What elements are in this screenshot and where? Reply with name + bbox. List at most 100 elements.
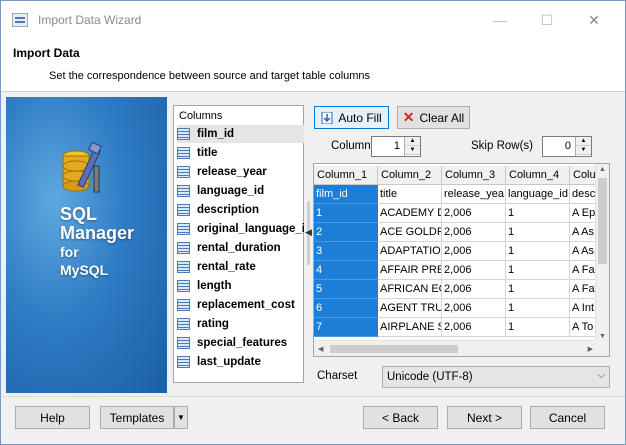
skip-rows-spinner[interactable]: 0 ▲ ▼ bbox=[542, 136, 592, 157]
database-tools-icon bbox=[62, 142, 102, 193]
table-column-icon bbox=[177, 261, 190, 273]
banner-line-sql: SQL bbox=[60, 204, 98, 224]
table-column-icon bbox=[177, 318, 190, 330]
banner-line-for: for bbox=[60, 244, 79, 260]
clear-all-label: Clear All bbox=[419, 110, 465, 125]
auto-fill-label: Auto Fill bbox=[338, 110, 382, 125]
column-value: 1 bbox=[393, 140, 400, 152]
list-item[interactable]: special_features bbox=[177, 334, 304, 352]
close-icon[interactable]: ✕ bbox=[583, 9, 605, 31]
table-column-icon bbox=[177, 337, 190, 349]
table-row[interactable]: 1 ACADEMY D 2,006 1 A Ep bbox=[314, 204, 609, 223]
list-item[interactable]: rating bbox=[177, 315, 304, 333]
product-banner: SQL Manager for MySQL bbox=[6, 97, 167, 393]
table-column-icon bbox=[177, 356, 190, 368]
list-item[interactable]: film_id bbox=[177, 125, 304, 143]
wizard-header: Import Data Set the correspondence betwe… bbox=[1, 39, 625, 92]
help-label: Help bbox=[40, 410, 65, 425]
clear-x-icon: ✕ bbox=[402, 109, 415, 125]
page-title: Import Data bbox=[13, 46, 80, 60]
charset-value: Unicode (UTF-8) bbox=[387, 371, 473, 383]
column-spinner[interactable]: 1 ▲ ▼ bbox=[371, 136, 421, 157]
scroll-thumb[interactable] bbox=[598, 178, 607, 264]
banner-line-mysql: MySQL bbox=[60, 262, 109, 278]
charset-select[interactable]: Unicode (UTF-8) ⌵ bbox=[382, 366, 610, 388]
table-row[interactable]: 7 AIRPLANE S 2,006 1 A To bbox=[314, 318, 609, 337]
list-item[interactable]: description bbox=[177, 201, 304, 219]
column-header[interactable]: Column_1 bbox=[314, 166, 378, 185]
list-item[interactable]: length bbox=[177, 277, 304, 295]
list-item[interactable]: title bbox=[177, 144, 304, 162]
caret-down-icon: ▼ bbox=[177, 413, 185, 422]
skip-rows-label: Skip Row(s) bbox=[471, 140, 533, 152]
list-item[interactable]: replacement_cost bbox=[177, 296, 304, 314]
scroll-right-icon[interactable]: ▶ bbox=[588, 345, 593, 353]
column-header[interactable]: Column_3 bbox=[442, 166, 506, 185]
help-button[interactable]: Help bbox=[15, 406, 90, 429]
auto-fill-icon bbox=[321, 111, 333, 124]
cancel-label: Cancel bbox=[548, 410, 587, 425]
table-column-icon bbox=[177, 299, 190, 311]
charset-label: Charset bbox=[317, 370, 358, 382]
table-row[interactable]: 2 ACE GOLDF 2,006 1 A As bbox=[314, 223, 609, 242]
table-row[interactable]: 3 ADAPTATIO 2,006 1 A As bbox=[314, 242, 609, 261]
templates-button[interactable]: Templates bbox=[100, 406, 174, 429]
list-item[interactable]: release_year bbox=[177, 163, 304, 181]
horizontal-scrollbar[interactable]: ◀ ▶ bbox=[314, 340, 597, 356]
auto-fill-button[interactable]: Auto Fill bbox=[314, 106, 389, 129]
banner-line-manager: Manager bbox=[60, 223, 135, 243]
import-wizard-window: Import Data Wizard — ☐ ✕ Import Data Set… bbox=[0, 0, 626, 445]
scroll-thumb[interactable] bbox=[330, 345, 458, 353]
chevron-left-icon: ◀ bbox=[305, 227, 312, 237]
banner-text: SQL Manager for MySQL bbox=[60, 205, 134, 279]
splitter-handle[interactable]: ◀ bbox=[305, 201, 312, 265]
column-header[interactable]: Column_2 bbox=[378, 166, 442, 185]
scroll-left-icon[interactable]: ◀ bbox=[318, 345, 323, 353]
skip-rows-value: 0 bbox=[564, 140, 571, 152]
spin-down-icon[interactable]: ▼ bbox=[405, 146, 420, 155]
table-column-icon bbox=[177, 204, 190, 216]
page-subtitle: Set the correspondence between source an… bbox=[49, 70, 371, 82]
list-item[interactable]: rental_duration bbox=[177, 239, 304, 257]
table-row[interactable]: film_id title release_yea language_id de… bbox=[314, 185, 609, 204]
column-header[interactable]: Column_4 bbox=[506, 166, 570, 185]
list-item[interactable]: original_language_i bbox=[177, 220, 304, 238]
table-row[interactable]: 6 AGENT TRU 2,006 1 A Int bbox=[314, 299, 609, 318]
app-icon bbox=[12, 13, 28, 27]
columns-header: Columns bbox=[179, 110, 223, 122]
scroll-up-icon[interactable]: ▲ bbox=[599, 166, 606, 173]
column-label: Column bbox=[331, 140, 371, 152]
spin-up-icon[interactable]: ▲ bbox=[405, 137, 420, 146]
table-column-icon bbox=[177, 185, 190, 197]
spin-down-icon[interactable]: ▼ bbox=[576, 146, 591, 155]
table-column-icon bbox=[177, 166, 190, 178]
list-item[interactable]: last_update bbox=[177, 353, 304, 371]
next-label: Next > bbox=[466, 410, 502, 425]
target-columns-list[interactable]: Columns film_id title release_year langu… bbox=[173, 105, 304, 383]
templates-dropdown-button[interactable]: ▼ bbox=[174, 406, 188, 429]
templates-label: Templates bbox=[109, 410, 165, 425]
source-data-grid[interactable]: Column_1 Column_2 Column_3 Column_4 Colu… bbox=[313, 163, 610, 357]
chevron-down-icon: ⌵ bbox=[597, 370, 605, 381]
table-column-icon bbox=[177, 128, 190, 140]
minimize-icon[interactable]: — bbox=[489, 9, 511, 31]
table-row[interactable]: 4 AFFAIR PRE 2,006 1 A Fa bbox=[314, 261, 609, 280]
back-label: < Back bbox=[381, 410, 420, 425]
next-button[interactable]: Next > bbox=[447, 406, 522, 429]
maximize-icon[interactable]: ☐ bbox=[536, 9, 558, 31]
clear-all-button[interactable]: ✕ Clear All bbox=[397, 106, 470, 129]
scroll-down-icon[interactable]: ▼ bbox=[599, 333, 606, 340]
spin-up-icon[interactable]: ▲ bbox=[576, 137, 591, 146]
table-row[interactable]: 5 AFRICAN EG 2,006 1 A Fa bbox=[314, 280, 609, 299]
cancel-button[interactable]: Cancel bbox=[530, 406, 605, 429]
table-column-icon bbox=[177, 223, 190, 235]
list-item[interactable]: rental_rate bbox=[177, 258, 304, 276]
table-column-icon bbox=[177, 280, 190, 292]
vertical-scrollbar[interactable]: ▲ ▼ bbox=[595, 164, 609, 342]
table-column-icon bbox=[177, 242, 190, 254]
title-bar: Import Data Wizard — ☐ ✕ bbox=[1, 1, 625, 39]
list-item[interactable]: language_id bbox=[177, 182, 304, 200]
window-title: Import Data Wizard bbox=[38, 13, 142, 27]
back-button[interactable]: < Back bbox=[363, 406, 438, 429]
grid-header-row: Column_1 Column_2 Column_3 Column_4 Colu bbox=[314, 166, 609, 185]
